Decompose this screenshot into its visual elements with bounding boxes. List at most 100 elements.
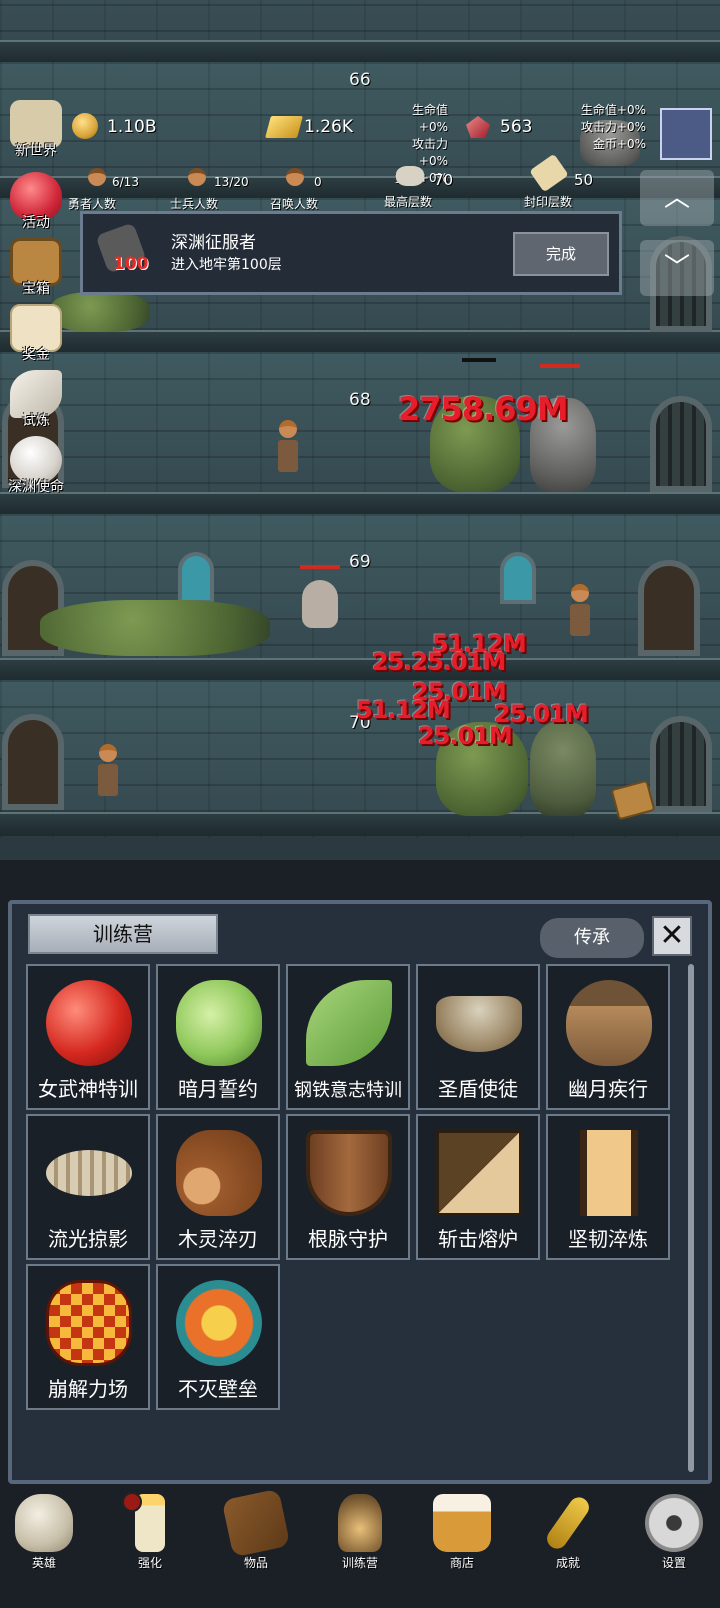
fish-bone-icon (46, 1150, 132, 1196)
max-floor-value: 70 (434, 171, 454, 189)
leaf-icon (306, 980, 392, 1066)
training-card-name: 圣盾使徒 (438, 1077, 518, 1101)
training-card-name: 根脉守护 (308, 1227, 388, 1251)
scroll-up-button[interactable]: ︿ (640, 170, 714, 226)
side-btn-event[interactable]: 活动 (4, 172, 68, 232)
side-btn-label: 活动 (22, 215, 50, 231)
nav-label: 强化 (137, 1556, 162, 1570)
training-card-name: 坚韧淬炼 (568, 1227, 648, 1251)
side-btn-label: 新世界 (15, 143, 57, 159)
nav-label: 成就 (555, 1556, 580, 1570)
acorn-icon (566, 980, 652, 1066)
training-card-name: 幽月疾行 (568, 1077, 648, 1101)
training-card[interactable]: 流光掠影 (26, 1114, 150, 1260)
side-btn-chest[interactable]: 宝箱 (4, 238, 68, 298)
side-btn-bonus[interactable]: 奖金 (4, 304, 68, 364)
training-camp-panel: 训练营 传承 ✕ 女武神特训 暗月誓约 钢铁意志特训 圣盾使徒 幽月疾行 流光掠… (8, 900, 712, 1484)
side-btn-new-world[interactable]: 新世界 (4, 100, 68, 160)
nav-achievements[interactable]: 成就 (520, 1493, 616, 1571)
side-btn-trial[interactable]: 试炼 (4, 370, 68, 430)
soldier-count-label: 士兵人数 (170, 197, 219, 211)
training-card-name: 女武神特训 (38, 1077, 138, 1101)
quest-banner: 100 深渊征服者 进入地牢第100层 完成 (80, 211, 622, 295)
character-portrait[interactable] (660, 108, 712, 160)
atk-bonus: 攻击力+0% (580, 120, 646, 134)
beer-mug-icon (433, 1494, 491, 1552)
door-icon (638, 560, 700, 656)
hp-bonus: 生命值+0% (411, 103, 448, 134)
training-card[interactable]: 幽月疾行 (546, 964, 670, 1110)
lantern-icon (338, 1494, 382, 1552)
nav-heroes[interactable]: 英雄 (0, 1494, 92, 1571)
quest-complete-button[interactable]: 完成 (513, 232, 609, 276)
training-card[interactable]: 根脉守护 (286, 1114, 410, 1260)
close-icon: ✕ (659, 918, 685, 953)
nav-training[interactable]: 训练营 (312, 1494, 408, 1571)
hero-unit (96, 744, 120, 796)
enemy-hp-bar (300, 565, 340, 569)
notification-dot (122, 1492, 142, 1512)
enemy-hp-bar (462, 358, 496, 362)
coin-count: 1.10B (107, 117, 157, 137)
window-icon (178, 552, 214, 604)
hero-unit (568, 584, 592, 636)
side-btn-label: 试炼 (22, 413, 50, 429)
scrollbar[interactable] (688, 964, 694, 1472)
chevron-down-icon: ﹀ (663, 253, 690, 283)
gate-icon (650, 716, 712, 812)
window-icon (500, 552, 536, 604)
ruby-count: 563 (500, 117, 533, 137)
training-card[interactable]: 木灵淬刃 (156, 1114, 280, 1260)
training-card[interactable]: 女武神特训 (26, 964, 150, 1110)
damage-number: 25.25.01M (372, 648, 506, 676)
training-card-name: 暗月誓约 (178, 1077, 258, 1101)
floor-divider (0, 492, 720, 516)
floor-number: 66 (349, 70, 371, 90)
chevron-up-icon: ︿ (663, 183, 690, 213)
nav-label: 商店 (449, 1556, 474, 1570)
tower-shield-icon (580, 1130, 638, 1216)
side-btn-label: 奖金 (22, 347, 50, 363)
training-card[interactable]: 暗月誓约 (156, 964, 280, 1110)
training-card[interactable]: 斩击熔炉 (416, 1114, 540, 1260)
gold-count: 1.26K (304, 117, 353, 137)
enemy-hp-bar (540, 364, 580, 368)
bottom-nav: 英雄 强化 物品 训练营 商店 成就 设置 (0, 1488, 720, 1608)
nav-items[interactable]: 物品 (208, 1488, 304, 1571)
damage-number: 51.12M (356, 696, 451, 724)
side-btn-label: 宝箱 (22, 281, 50, 297)
training-card-name: 木灵淬刃 (178, 1227, 258, 1251)
coin-icon (72, 113, 98, 139)
side-btn-abyss-mission[interactable]: 深渊使命 (4, 436, 68, 496)
quest-title: 深渊征服者 (171, 233, 256, 253)
floor-number: 68 (349, 390, 371, 410)
nav-upgrade[interactable]: 强化 (102, 1494, 198, 1571)
training-card[interactable]: 崩解力场 (26, 1264, 150, 1410)
door-icon (2, 714, 64, 810)
hero-count: 6/13 (112, 175, 139, 189)
training-card[interactable]: 钢铁意志特训 (286, 964, 410, 1110)
scroll-down-button[interactable]: ﹀ (640, 240, 714, 296)
nav-shop[interactable]: 商店 (414, 1494, 510, 1571)
inherit-button[interactable]: 传承 (540, 918, 644, 958)
training-card[interactable]: 坚韧淬炼 (546, 1114, 670, 1260)
side-btn-label: 深渊使命 (8, 479, 64, 495)
hp-bonus: 生命值+0% (580, 103, 646, 117)
training-card-name: 崩解力场 (48, 1377, 128, 1401)
training-card[interactable]: 圣盾使徒 (416, 964, 540, 1110)
training-card[interactable]: 不灭壁垒 (156, 1264, 280, 1410)
sun-orb-icon (176, 1280, 262, 1366)
nav-label: 训练营 (341, 1556, 378, 1570)
floor-number: 69 (349, 552, 371, 572)
training-card-name: 流光掠影 (48, 1227, 128, 1251)
coin-bonus: 金币+0% (592, 137, 646, 151)
hero-head-icon (88, 168, 106, 186)
close-button[interactable]: ✕ (652, 916, 692, 956)
quest-description: 进入地牢第100层 (171, 257, 282, 273)
apple-icon (46, 980, 132, 1066)
max-floor-label: 最高层数 (384, 195, 433, 209)
summon-count-label: 召唤人数 (270, 197, 319, 211)
bowl-icon (436, 996, 522, 1052)
nav-settings[interactable]: 设置 (626, 1494, 720, 1571)
gear-icon (645, 1494, 703, 1552)
